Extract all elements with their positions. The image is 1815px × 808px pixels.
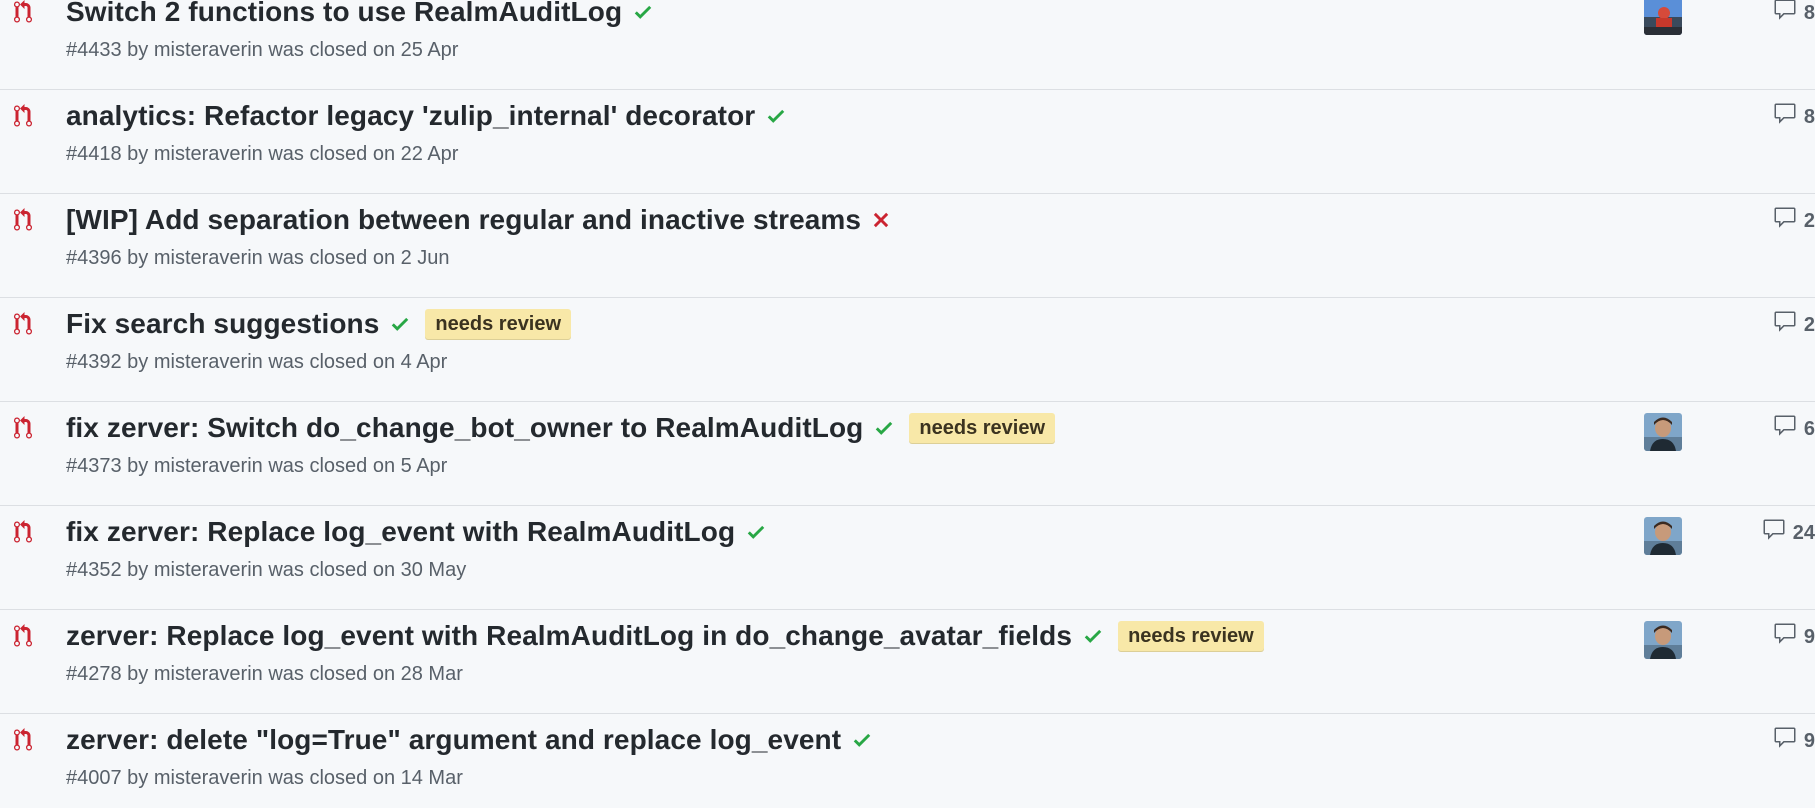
- pr-title-link[interactable]: Switch 2 functions to use RealmAuditLog: [66, 0, 622, 28]
- pr-title-line: fix zerver: Switch do_change_bot_owner t…: [66, 410, 1056, 446]
- pr-meta-text: by misteraverin was closed on 14 Mar: [121, 767, 463, 789]
- comment-icon: [1772, 102, 1804, 132]
- pr-meta-text: by misteraverin was closed on 2 Jun: [121, 247, 450, 269]
- comment-count: 2: [1803, 313, 1815, 336]
- pr-number: #4352: [66, 559, 122, 581]
- check-icon[interactable]: [745, 521, 767, 543]
- comments-link[interactable]: 24: [1761, 518, 1815, 548]
- pr-meta: #4352 by misteraverin was closed on 30 M…: [66, 559, 466, 582]
- pr-meta-text: by misteraverin was closed on 5 Apr: [121, 455, 448, 477]
- pr-number: #4278: [66, 663, 122, 685]
- pr-title-link[interactable]: Fix search suggestions: [66, 308, 379, 340]
- pr-title-link[interactable]: fix zerver: Switch do_change_bot_owner t…: [66, 412, 863, 444]
- comment-icon: [1772, 726, 1804, 756]
- pull-request-list: Switch 2 functions to use RealmAuditLog …: [0, 0, 1815, 808]
- pr-meta-text: by misteraverin was closed on 22 Apr: [121, 143, 459, 165]
- check-icon[interactable]: [873, 417, 895, 439]
- pull-request-row[interactable]: Switch 2 functions to use RealmAuditLog …: [0, 0, 1815, 90]
- pr-title-link[interactable]: analytics: Refactor legacy 'zulip_intern…: [66, 100, 755, 132]
- pr-title-line: Switch 2 functions to use RealmAuditLog: [66, 0, 654, 30]
- pr-meta-text: by misteraverin was closed on 28 Mar: [121, 663, 463, 685]
- pr-title-line: zerver: delete "log=True" argument and r…: [66, 722, 873, 758]
- check-icon[interactable]: [851, 729, 873, 751]
- pr-meta-text: by misteraverin was closed on 25 Apr: [121, 39, 459, 61]
- pull-request-row[interactable]: fix zerver: Replace log_event with Realm…: [0, 506, 1815, 610]
- pr-title-link[interactable]: fix zerver: Replace log_event with Realm…: [66, 516, 735, 548]
- pr-number: #4418: [66, 143, 122, 165]
- pr-number: #4392: [66, 351, 122, 373]
- assignee-avatar[interactable]: [1644, 621, 1682, 659]
- pull-request-row[interactable]: [WIP] Add separation between regular and…: [0, 194, 1815, 298]
- needs-review-label[interactable]: needs review: [425, 308, 572, 340]
- assignee-avatar[interactable]: [1644, 413, 1682, 451]
- closed-pull-request-icon: [13, 728, 33, 752]
- closed-pull-request-icon: [13, 416, 33, 440]
- pull-request-row[interactable]: fix zerver: Switch do_change_bot_owner t…: [0, 402, 1815, 506]
- comment-count: 9: [1803, 729, 1815, 752]
- pr-meta-text: by misteraverin was closed on 30 May: [121, 559, 467, 581]
- cross-icon[interactable]: [871, 209, 891, 231]
- pr-meta: #4418 by misteraverin was closed on 22 A…: [66, 143, 458, 166]
- pr-title-line: [WIP] Add separation between regular and…: [66, 202, 891, 238]
- comment-icon: [1772, 0, 1804, 28]
- comments-link[interactable]: 6: [1772, 414, 1815, 444]
- comment-icon: [1772, 206, 1804, 236]
- comments-link[interactable]: 8: [1772, 0, 1815, 28]
- comment-count: 8: [1803, 105, 1815, 128]
- pr-number: #4433: [66, 39, 122, 61]
- pr-meta: #4433 by misteraverin was closed on 25 A…: [66, 39, 458, 62]
- needs-review-label[interactable]: needs review: [909, 412, 1056, 444]
- closed-pull-request-icon: [13, 520, 33, 544]
- check-icon[interactable]: [632, 1, 654, 23]
- pr-meta: #4278 by misteraverin was closed on 28 M…: [66, 663, 463, 686]
- comment-count: 2: [1803, 209, 1815, 232]
- closed-pull-request-icon: [13, 104, 33, 128]
- comment-count: 9: [1803, 625, 1815, 648]
- pr-title-link[interactable]: zerver: Replace log_event with RealmAudi…: [66, 620, 1072, 652]
- pr-title-line: fix zerver: Replace log_event with Realm…: [66, 514, 767, 550]
- comment-icon: [1761, 518, 1793, 548]
- check-icon[interactable]: [389, 313, 411, 335]
- pr-meta-text: by misteraverin was closed on 4 Apr: [121, 351, 448, 373]
- comments-link[interactable]: 8: [1772, 102, 1815, 132]
- pr-title-line: Fix search suggestions needs review: [66, 306, 572, 342]
- pr-meta: #4392 by misteraverin was closed on 4 Ap…: [66, 351, 447, 374]
- pr-title-link[interactable]: [WIP] Add separation between regular and…: [66, 204, 861, 236]
- comments-link[interactable]: 9: [1772, 726, 1815, 756]
- check-icon[interactable]: [765, 105, 787, 127]
- closed-pull-request-icon: [13, 624, 33, 648]
- closed-pull-request-icon: [13, 312, 33, 336]
- check-icon[interactable]: [1082, 625, 1104, 647]
- pr-meta: #4007 by misteraverin was closed on 14 M…: [66, 767, 463, 790]
- needs-review-label[interactable]: needs review: [1118, 620, 1264, 652]
- pr-meta: #4396 by misteraverin was closed on 2 Ju…: [66, 247, 450, 270]
- pull-request-row[interactable]: Fix search suggestions needs review #439…: [0, 298, 1815, 402]
- pr-title-link[interactable]: zerver: delete "log=True" argument and r…: [66, 724, 841, 756]
- comments-link[interactable]: 2: [1772, 310, 1815, 340]
- closed-pull-request-icon: [13, 208, 33, 232]
- comments-link[interactable]: 9: [1772, 622, 1815, 652]
- comment-count: 8: [1803, 1, 1815, 24]
- closed-pull-request-icon: [13, 0, 33, 24]
- pr-number: #4007: [66, 767, 122, 789]
- comment-icon: [1772, 310, 1804, 340]
- pr-title-line: analytics: Refactor legacy 'zulip_intern…: [66, 98, 787, 134]
- comment-count: 24: [1792, 521, 1815, 544]
- comment-count: 6: [1803, 417, 1815, 440]
- pr-number: #4396: [66, 247, 122, 269]
- pull-request-row[interactable]: zerver: Replace log_event with RealmAudi…: [0, 610, 1815, 714]
- comments-link[interactable]: 2: [1772, 206, 1815, 236]
- assignee-avatar[interactable]: [1644, 517, 1682, 555]
- pull-request-row[interactable]: zerver: delete "log=True" argument and r…: [0, 714, 1815, 808]
- pr-number: #4373: [66, 455, 122, 477]
- pull-request-row[interactable]: analytics: Refactor legacy 'zulip_intern…: [0, 90, 1815, 194]
- comment-icon: [1772, 414, 1804, 444]
- comment-icon: [1772, 622, 1804, 652]
- assignee-avatar[interactable]: [1644, 0, 1682, 35]
- pr-title-line: zerver: Replace log_event with RealmAudi…: [66, 618, 1264, 654]
- pr-meta: #4373 by misteraverin was closed on 5 Ap…: [66, 455, 447, 478]
